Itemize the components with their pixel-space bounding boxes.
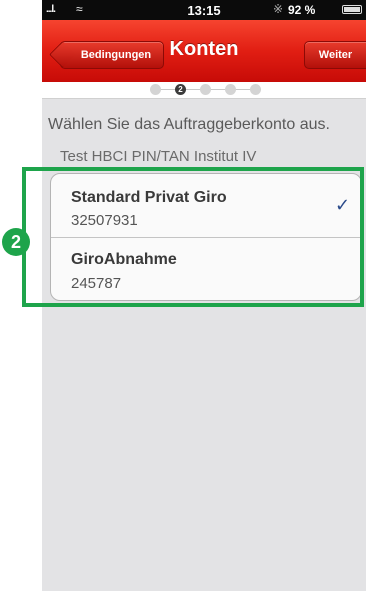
instruction-text: Wählen Sie das Auftraggeberkonto aus. [48, 116, 330, 133]
step-indicator: 2 [42, 82, 366, 99]
battery-percentage: 92 % [288, 3, 316, 17]
section-header: Test HBCI PIN/TAN Institut IV [60, 148, 257, 165]
bluetooth-icon: ※ [273, 2, 284, 16]
status-time: 13:15 [187, 3, 221, 18]
step-dot-2-active: 2 [175, 84, 186, 95]
step-dot-3 [200, 84, 211, 95]
battery-icon [342, 5, 362, 14]
forward-button[interactable]: Weiter [304, 41, 366, 69]
annotation-badge: 2 [2, 228, 30, 256]
step-dot-1 [150, 84, 161, 95]
annotation-highlight-box [22, 167, 364, 307]
step-dot-4 [225, 84, 236, 95]
forward-button-label: Weiter [318, 49, 353, 61]
step-dot-5 [250, 84, 261, 95]
status-bar: ...l. ≈ 13:15 ※ 92 % [42, 0, 366, 20]
navigation-bar: Bedingungen Konten Weiter [42, 20, 366, 83]
